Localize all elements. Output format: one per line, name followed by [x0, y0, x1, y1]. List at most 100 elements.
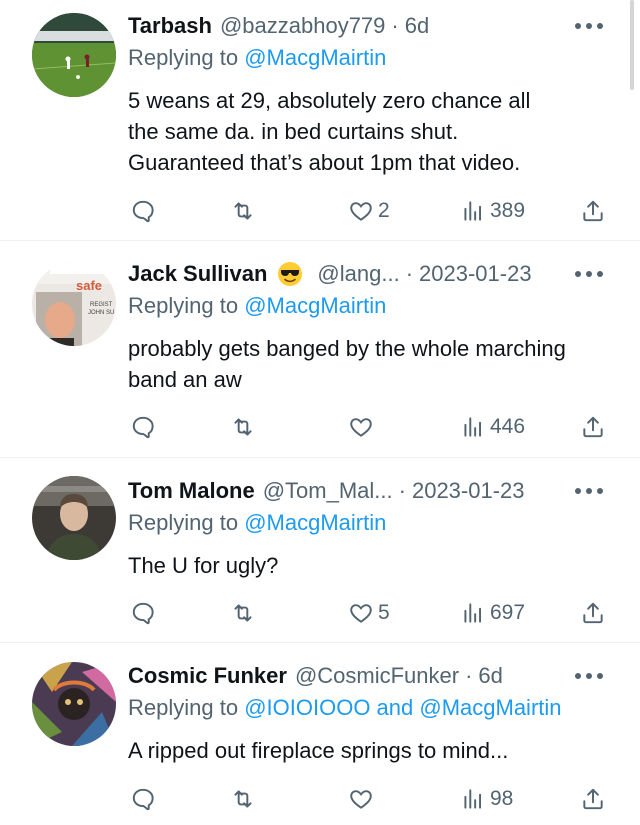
share-button[interactable] [580, 196, 606, 226]
tweet-text: probably gets banged by the whole marchi… [128, 333, 618, 395]
share-icon [583, 788, 603, 810]
tweet-header: Cosmic Funker @CosmicFunker · 6d [128, 661, 503, 691]
avatar[interactable]: safe REGIST JOHN SU [32, 262, 116, 346]
heart-icon [350, 604, 372, 623]
replying-to-label: Replying to [128, 510, 239, 535]
timestamp[interactable]: 2023-01-23 [419, 259, 532, 289]
more-options-button[interactable] [574, 661, 604, 691]
reply-icon [132, 416, 154, 439]
tweet-card[interactable]: Tom Malone @Tom_Mal... · 2023-01-23 Repl… [0, 458, 640, 643]
replying-to: Replying to @IOIOIOOO and @MacgMairtin [128, 693, 562, 723]
display-name[interactable]: Cosmic Funker [128, 661, 287, 691]
avatar-badge-text: safe [76, 278, 102, 293]
tweet-text-line: band an aw [128, 367, 242, 392]
heart-icon [350, 418, 372, 437]
reply-mention-link[interactable]: @MacgMairtin [244, 45, 386, 70]
like-count: 2 [378, 199, 390, 222]
tweet-text-line: the same da. in bed curtains shut. [128, 119, 459, 144]
replying-to: Replying to @MacgMairtin [128, 43, 386, 73]
tweet-card[interactable]: safe REGIST JOHN SU Jack Sullivan @lang.… [0, 241, 640, 458]
retweet-button[interactable] [230, 784, 256, 814]
user-handle[interactable]: @CosmicFunker [295, 661, 459, 691]
avatar[interactable] [32, 476, 116, 560]
timestamp[interactable]: 2023-01-23 [412, 476, 525, 506]
separator-dot: · [405, 261, 414, 286]
views-icon [464, 789, 482, 809]
tweet-text: 5 weans at 29, absolutely zero chance al… [128, 85, 618, 178]
reply-button[interactable] [130, 784, 156, 814]
like-button[interactable]: 2 [348, 196, 390, 226]
views-button[interactable]: 697 [460, 598, 525, 628]
share-button[interactable] [580, 784, 606, 814]
timestamp[interactable]: 6d [405, 11, 429, 41]
sunglasses-emoji-icon [277, 261, 303, 287]
retweet-button[interactable] [230, 598, 256, 628]
replying-to: Replying to @MacgMairtin [128, 291, 386, 321]
replying-to-label: Replying to [128, 293, 239, 318]
reply-mention-link[interactable]: @IOIOIOOO and @MacgMairtin [244, 695, 561, 720]
retweet-button[interactable] [230, 196, 256, 226]
tweet-text-line: 5 weans at 29, absolutely zero chance al… [128, 88, 531, 113]
view-count: 389 [490, 199, 526, 222]
replying-to: Replying to @MacgMairtin [128, 508, 386, 538]
retweet-icon [234, 790, 252, 808]
views-button[interactable]: 98 [460, 784, 513, 814]
tweet-header: Tom Malone @Tom_Mal... · 2023-01-23 [128, 476, 525, 506]
reply-mention-link[interactable]: @MacgMairtin [244, 293, 386, 318]
share-button[interactable] [580, 598, 606, 628]
tweet-text-line: Guaranteed that’s about 1pm that video. [128, 150, 521, 175]
retweet-button[interactable] [230, 412, 256, 442]
user-handle[interactable]: @bazzabhoy779 [220, 11, 385, 41]
reply-icon [132, 200, 154, 223]
like-button[interactable] [348, 412, 378, 442]
more-options-button[interactable] [574, 11, 604, 41]
more-icon [575, 23, 603, 29]
display-name[interactable]: Jack Sullivan [128, 259, 267, 289]
avatar[interactable] [32, 662, 116, 746]
user-handle[interactable]: @lang... [317, 259, 399, 289]
tweet-header: Tarbash @bazzabhoy779 · 6d [128, 11, 429, 41]
views-button[interactable]: 446 [460, 412, 525, 442]
heart-icon [350, 790, 372, 809]
share-icon [583, 200, 603, 222]
avatar-badge-text: JOHN SU [88, 310, 114, 316]
tweet-text-line: probably gets banged by the whole marchi… [128, 336, 566, 361]
more-options-button[interactable] [574, 259, 604, 289]
display-name[interactable]: Tom Malone [128, 476, 255, 506]
avatar[interactable] [32, 13, 116, 97]
share-button[interactable] [580, 412, 606, 442]
action-bar: 98 [128, 784, 618, 814]
tweet-card[interactable]: Cosmic Funker @CosmicFunker · 6d Replyin… [0, 643, 640, 825]
user-handle[interactable]: @Tom_Mal... [263, 476, 393, 506]
more-icon [575, 488, 603, 494]
views-button[interactable]: 389 [460, 196, 525, 226]
more-options-button[interactable] [574, 476, 604, 506]
view-count: 446 [490, 415, 526, 438]
like-button[interactable] [348, 784, 378, 814]
display-name[interactable]: Tarbash [128, 11, 212, 41]
heart-icon [350, 202, 372, 221]
tweet-text: The U for ugly? [128, 550, 618, 581]
avatar-badge-text: REGIST [90, 302, 113, 308]
reply-button[interactable] [130, 196, 156, 226]
views-icon [464, 603, 482, 623]
reply-button[interactable] [130, 412, 156, 442]
retweet-icon [234, 604, 252, 622]
like-button[interactable]: 5 [348, 598, 390, 628]
replying-to-label: Replying to [128, 695, 239, 720]
tweet-text-line: A ripped out fireplace springs to mind..… [128, 738, 509, 763]
retweet-icon [234, 202, 252, 220]
reply-mention-link[interactable]: @MacgMairtin [244, 510, 386, 535]
reply-icon [132, 602, 154, 625]
tweet-card[interactable]: Tarbash @bazzabhoy779 · 6d Replying to @… [0, 0, 640, 241]
views-icon [464, 201, 482, 221]
more-icon [575, 673, 603, 679]
tweet-text: A ripped out fireplace springs to mind..… [128, 735, 618, 766]
timestamp[interactable]: 6d [478, 661, 502, 691]
like-count: 5 [378, 601, 390, 624]
reply-button[interactable] [130, 598, 156, 628]
share-icon [583, 602, 603, 624]
action-bar: 446 [128, 412, 618, 442]
share-icon [583, 416, 603, 438]
separator-dot: · [465, 663, 473, 688]
